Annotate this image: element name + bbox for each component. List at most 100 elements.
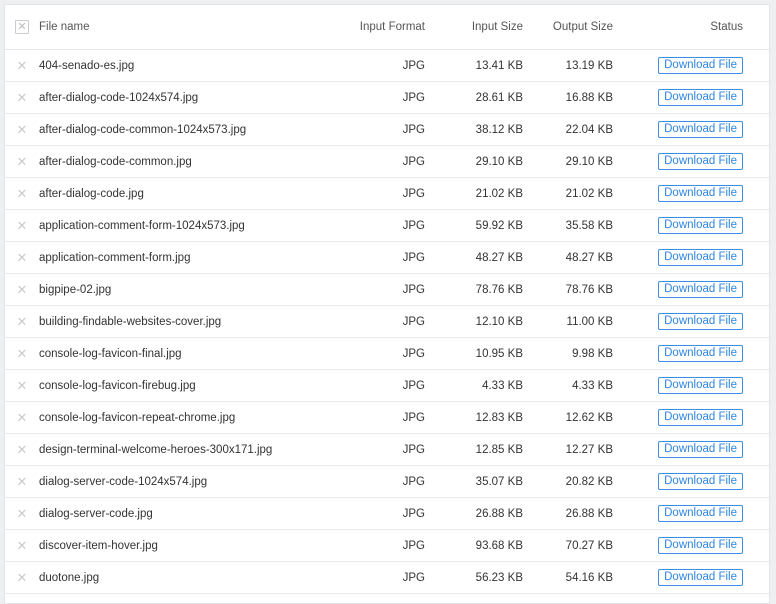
input-size: 29.10 KB — [433, 145, 523, 178]
input-size: 28.61 KB — [433, 81, 523, 114]
header-output-size[interactable]: Output Size — [523, 5, 613, 50]
output-size: 16.88 KB — [523, 81, 613, 114]
remove-file-icon[interactable]: ✕ — [17, 58, 28, 73]
file-name: duotone.jpg — [39, 561, 305, 594]
download-file-button[interactable]: Download File — [658, 217, 743, 234]
table-row: ✕ application-comment-form.jpg JPG 48.27… — [5, 241, 769, 274]
input-size: 48.27 KB — [433, 241, 523, 274]
input-format: JPG — [305, 145, 433, 178]
output-size: 48.27 KB — [523, 241, 613, 274]
input-format: JPG — [305, 369, 433, 402]
download-file-button[interactable]: Download File — [658, 537, 743, 554]
file-name: design-terminal-welcome-heroes-300x171.j… — [39, 433, 305, 466]
input-format: JPG — [305, 113, 433, 146]
table-row: ✕ after-dialog-code-1024x574.jpg JPG 28.… — [5, 81, 769, 114]
file-name: after-dialog-code-common.jpg — [39, 145, 305, 178]
input-size: 13.41 KB — [433, 49, 523, 82]
download-file-button[interactable]: Download File — [658, 153, 743, 170]
download-file-button[interactable]: Download File — [658, 569, 743, 586]
input-format: JPG — [305, 497, 433, 530]
table-row: ✕ console-log-favicon-firebug.jpg JPG 4.… — [5, 369, 769, 402]
header-input-format[interactable]: Input Format — [305, 5, 433, 50]
remove-file-icon[interactable]: ✕ — [17, 282, 28, 297]
table-row: ✕ building-findable-websites-cover.jpg J… — [5, 305, 769, 338]
output-size: 20.82 KB — [523, 465, 613, 498]
input-size: 35.07 KB — [433, 465, 523, 498]
remove-all-checkbox-icon[interactable]: ✕ — [15, 20, 29, 34]
header-status[interactable]: Status — [613, 5, 769, 50]
table-row: ✕ dialog-server-code-1024x574.jpg JPG 35… — [5, 465, 769, 498]
download-file-button[interactable]: Download File — [658, 185, 743, 202]
download-file-button[interactable]: Download File — [658, 249, 743, 266]
remove-file-icon[interactable]: ✕ — [17, 186, 28, 201]
remove-file-icon[interactable]: ✕ — [17, 346, 28, 361]
input-format: JPG — [305, 305, 433, 338]
output-size: 22.04 KB — [523, 113, 613, 146]
file-name: dialog-server-code.jpg — [39, 497, 305, 530]
output-size: 12.62 KB — [523, 401, 613, 434]
download-file-button[interactable]: Download File — [658, 409, 743, 426]
output-size: 11.00 KB — [523, 305, 613, 338]
table-row: ✕ design-terminal-welcome-heroes-300x171… — [5, 433, 769, 466]
remove-file-icon[interactable]: ✕ — [17, 122, 28, 137]
file-name: dialog-server-code-1024x574.jpg — [39, 465, 305, 498]
download-file-button[interactable]: Download File — [658, 121, 743, 138]
header-input-size[interactable]: Input Size — [433, 5, 523, 50]
input-size: 56.23 KB — [433, 561, 523, 594]
output-size: 29.10 KB — [523, 145, 613, 178]
download-file-button[interactable]: Download File — [658, 345, 743, 362]
table-row: ✕ application-comment-form-1024x573.jpg … — [5, 209, 769, 242]
download-file-button[interactable]: Download File — [658, 281, 743, 298]
table-row: ✕ dialog-server-code.jpg JPG 26.88 KB 26… — [5, 497, 769, 530]
input-format: JPG — [305, 177, 433, 210]
remove-file-icon[interactable]: ✕ — [17, 314, 28, 329]
input-format: JPG — [305, 81, 433, 114]
remove-file-icon[interactable]: ✕ — [17, 474, 28, 489]
table-row: ✕ 404-senado-es.jpg JPG 13.41 KB 13.19 K… — [5, 49, 769, 82]
input-format: JPG — [305, 529, 433, 562]
download-file-button[interactable]: Download File — [658, 57, 743, 74]
download-file-button[interactable]: Download File — [658, 473, 743, 490]
input-format: JPG — [305, 433, 433, 466]
table-header: ✕ File name Input Format Input Size Outp… — [5, 5, 769, 50]
input-format: JPG — [305, 209, 433, 242]
download-file-button[interactable]: Download File — [658, 313, 743, 330]
remove-file-icon[interactable]: ✕ — [17, 218, 28, 233]
output-size: 35.58 KB — [523, 209, 613, 242]
remove-file-icon[interactable]: ✕ — [17, 250, 28, 265]
download-file-button[interactable]: Download File — [658, 89, 743, 106]
input-size: 38.12 KB — [433, 113, 523, 146]
table-row: ✕ duotone.jpg JPG 56.23 KB 54.16 KB Down… — [5, 561, 769, 594]
input-size: 78.76 KB — [433, 273, 523, 306]
output-size: 4.33 KB — [523, 369, 613, 402]
file-name: after-dialog-code.jpg — [39, 177, 305, 210]
header-file-name[interactable]: File name — [39, 5, 305, 50]
download-file-button[interactable]: Download File — [658, 377, 743, 394]
output-size: 26.88 KB — [523, 497, 613, 530]
input-size: 4.33 KB — [433, 369, 523, 402]
output-size: 12.27 KB — [523, 433, 613, 466]
download-file-button[interactable]: Download File — [658, 505, 743, 522]
download-file-button[interactable]: Download File — [658, 441, 743, 458]
input-size: 21.02 KB — [433, 177, 523, 210]
input-size: 10.95 KB — [433, 337, 523, 370]
file-name: bigpipe-02.jpg — [39, 273, 305, 306]
remove-file-icon[interactable]: ✕ — [17, 570, 28, 585]
remove-file-icon[interactable]: ✕ — [17, 410, 28, 425]
output-size: 70.27 KB — [523, 529, 613, 562]
input-format: JPG — [305, 49, 433, 82]
remove-file-icon[interactable]: ✕ — [17, 442, 28, 457]
input-format: JPG — [305, 561, 433, 594]
remove-file-icon[interactable]: ✕ — [17, 90, 28, 105]
table-row: ✕ bigpipe-02.jpg JPG 78.76 KB 78.76 KB D… — [5, 273, 769, 306]
remove-file-icon[interactable]: ✕ — [17, 506, 28, 521]
output-size: 9.98 KB — [523, 337, 613, 370]
file-name: application-comment-form-1024x573.jpg — [39, 209, 305, 242]
remove-file-icon[interactable]: ✕ — [17, 378, 28, 393]
file-name: console-log-favicon-repeat-chrome.jpg — [39, 401, 305, 434]
file-name: building-findable-websites-cover.jpg — [39, 305, 305, 338]
input-format: JPG — [305, 337, 433, 370]
remove-file-icon[interactable]: ✕ — [17, 538, 28, 553]
input-format: JPG — [305, 273, 433, 306]
remove-file-icon[interactable]: ✕ — [17, 154, 28, 169]
